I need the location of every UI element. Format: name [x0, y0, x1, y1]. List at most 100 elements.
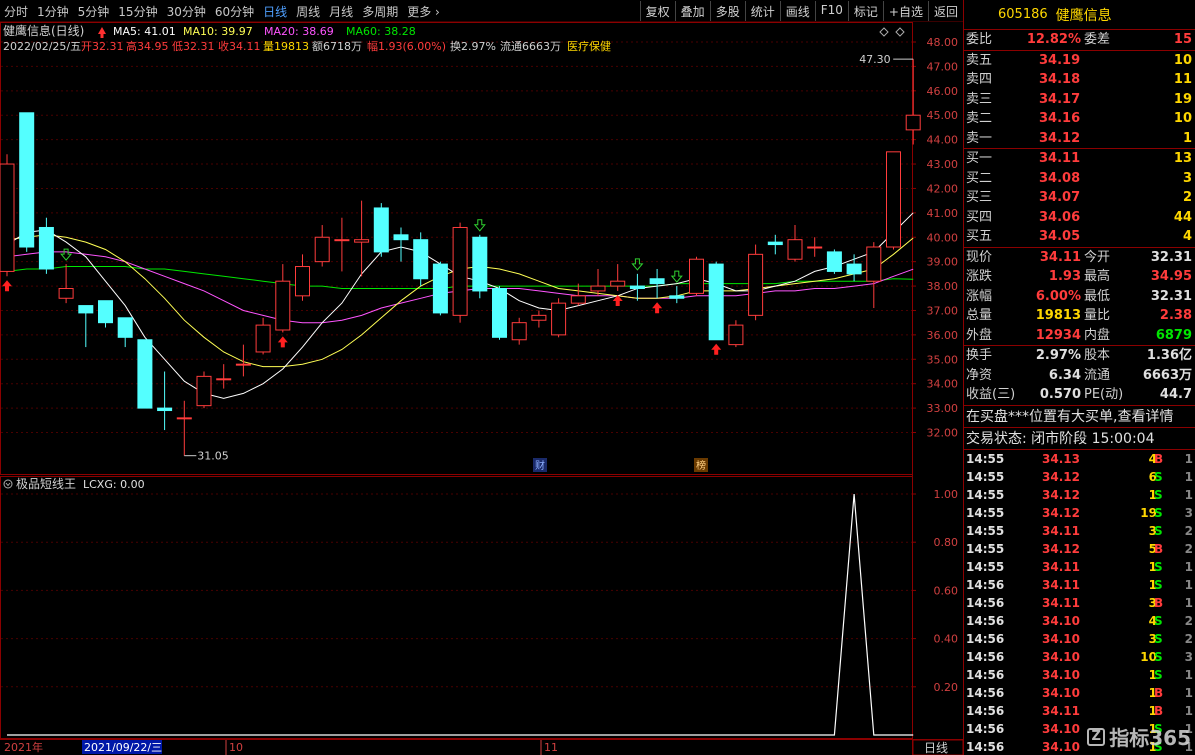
- candle[interactable]: [157, 371, 173, 431]
- diamond-icon[interactable]: [895, 27, 905, 37]
- tool-button-1[interactable]: 叠加: [674, 1, 710, 21]
- period-tab-1[interactable]: 1分钟: [37, 3, 69, 20]
- ask-row[interactable]: 卖五 34.19 10: [964, 51, 1195, 71]
- tool-button-2[interactable]: 多股: [709, 1, 745, 21]
- candle[interactable]: [905, 59, 921, 145]
- candle-body: [649, 278, 665, 285]
- tick-direction: S: [1154, 559, 1163, 574]
- candle[interactable]: [98, 300, 113, 328]
- candle[interactable]: [452, 222, 468, 323]
- candle[interactable]: [314, 225, 330, 267]
- candle[interactable]: [196, 371, 212, 409]
- period-tab-5[interactable]: 60分钟: [215, 3, 254, 20]
- period-tab-8[interactable]: 月线: [329, 3, 353, 20]
- candle[interactable]: [886, 151, 901, 250]
- bid-row[interactable]: 买五 34.05 4: [964, 227, 1195, 247]
- kline-chart-svg[interactable]: 48.00 47.00 46.00 45.00 44.00 43.00 42.00 41.00…: [0, 22, 963, 755]
- candle[interactable]: [511, 317, 527, 345]
- tick-time: 14:56: [966, 721, 1005, 736]
- candle[interactable]: [472, 234, 488, 299]
- candle[interactable]: [866, 242, 882, 309]
- period-tab-0[interactable]: 分时: [4, 3, 28, 20]
- tick-list[interactable]: 14:55 34.13 4 B 1 14:55 34.12 6 S 1 14:55 34.12 1 S 1 1…: [964, 450, 1195, 755]
- ask-row[interactable]: 卖一 34.12 1: [964, 129, 1195, 149]
- candle[interactable]: [767, 234, 783, 255]
- tool-button-6[interactable]: 标记: [847, 1, 883, 21]
- diamond-icon[interactable]: [879, 27, 889, 37]
- ask-label: 卖一: [966, 130, 993, 146]
- period-tab-6[interactable]: 日线: [263, 3, 287, 20]
- candle-body: [275, 280, 291, 331]
- candle-body: [610, 280, 626, 287]
- tool-button-5[interactable]: F10: [814, 1, 848, 21]
- candle[interactable]: [235, 344, 251, 377]
- bid-row[interactable]: 买二 34.08 3: [964, 169, 1195, 189]
- bid-row[interactable]: 买一 34.11 13: [964, 149, 1195, 169]
- candle[interactable]: [708, 261, 724, 341]
- candle[interactable]: [354, 200, 370, 277]
- candle[interactable]: [373, 203, 389, 257]
- tool-button-0[interactable]: 复权: [639, 1, 675, 21]
- ask-row[interactable]: 卖三 34.17 19: [964, 90, 1195, 110]
- ask-price: 34.18: [1039, 72, 1081, 87]
- candle[interactable]: [58, 264, 74, 304]
- candle[interactable]: [649, 268, 665, 299]
- candle[interactable]: [531, 310, 547, 328]
- ask-row[interactable]: 卖四 34.18 11: [964, 70, 1195, 90]
- price-tick-label: 46.00: [927, 85, 959, 98]
- candle[interactable]: [590, 268, 606, 296]
- tick-count: 2: [1184, 613, 1193, 628]
- ask-row[interactable]: 卖二 34.16 10: [964, 109, 1195, 129]
- big-order-notice[interactable]: 在买盘***位置有大买单,查看详情: [964, 406, 1195, 428]
- indicator-toggle-icon[interactable]: [3, 479, 13, 489]
- period-tab-9[interactable]: 多周期: [362, 3, 398, 20]
- tool-button-7[interactable]: +自选: [882, 1, 928, 21]
- ohlc-date: 2022/02/25/五: [3, 40, 81, 53]
- candle-body: [196, 375, 212, 407]
- time-label-month: 11: [544, 741, 558, 754]
- tick-price: 34.11: [1042, 703, 1080, 718]
- candle[interactable]: [807, 237, 823, 257]
- period-tab-2[interactable]: 5分钟: [78, 3, 110, 20]
- period-tab-3[interactable]: 15分钟: [118, 3, 157, 20]
- candle[interactable]: [255, 317, 271, 355]
- candle[interactable]: [38, 217, 54, 274]
- candle[interactable]: [689, 256, 704, 296]
- bid-price: 34.07: [1039, 190, 1081, 205]
- candle[interactable]: [787, 225, 803, 262]
- candle[interactable]: [393, 227, 409, 262]
- bid-row[interactable]: 买三 34.07 2: [964, 188, 1195, 208]
- candle[interactable]: [748, 244, 764, 321]
- ohlc-vol: 量19813: [263, 40, 309, 53]
- candle[interactable]: [0, 154, 15, 277]
- kline-chart-area[interactable]: 48.00 47.00 46.00 45.00 44.00 43.00 42.00 41.00…: [0, 22, 963, 755]
- candle[interactable]: [137, 339, 153, 409]
- candle[interactable]: [570, 283, 586, 306]
- candle[interactable]: [216, 364, 232, 389]
- candle[interactable]: [275, 264, 291, 333]
- period-tab-7[interactable]: 周线: [296, 3, 320, 20]
- candle[interactable]: [846, 254, 862, 282]
- candle[interactable]: [432, 261, 448, 316]
- candle[interactable]: [176, 400, 192, 456]
- tool-button-8[interactable]: 返回: [927, 1, 963, 21]
- candle[interactable]: [413, 232, 429, 287]
- candle[interactable]: [551, 298, 567, 338]
- candle[interactable]: [78, 305, 94, 348]
- period-tab-4[interactable]: 30分钟: [167, 3, 206, 20]
- candle[interactable]: [19, 112, 35, 252]
- candle[interactable]: [610, 264, 626, 291]
- period-tab-10[interactable]: 更多 ›: [407, 3, 440, 20]
- candle[interactable]: [826, 249, 842, 274]
- candle[interactable]: [334, 217, 350, 272]
- bid-row[interactable]: 买四 34.06 44: [964, 208, 1195, 228]
- candle-body: [866, 246, 882, 282]
- weibi-label: 委比: [966, 32, 993, 47]
- tool-button-3[interactable]: 统计: [744, 1, 780, 21]
- candle[interactable]: [117, 317, 133, 348]
- candle[interactable]: [728, 320, 744, 348]
- candle[interactable]: [629, 273, 645, 301]
- bid-volume: 13: [1173, 151, 1192, 166]
- candle[interactable]: [492, 286, 507, 340]
- tool-button-4[interactable]: 画线: [779, 1, 815, 21]
